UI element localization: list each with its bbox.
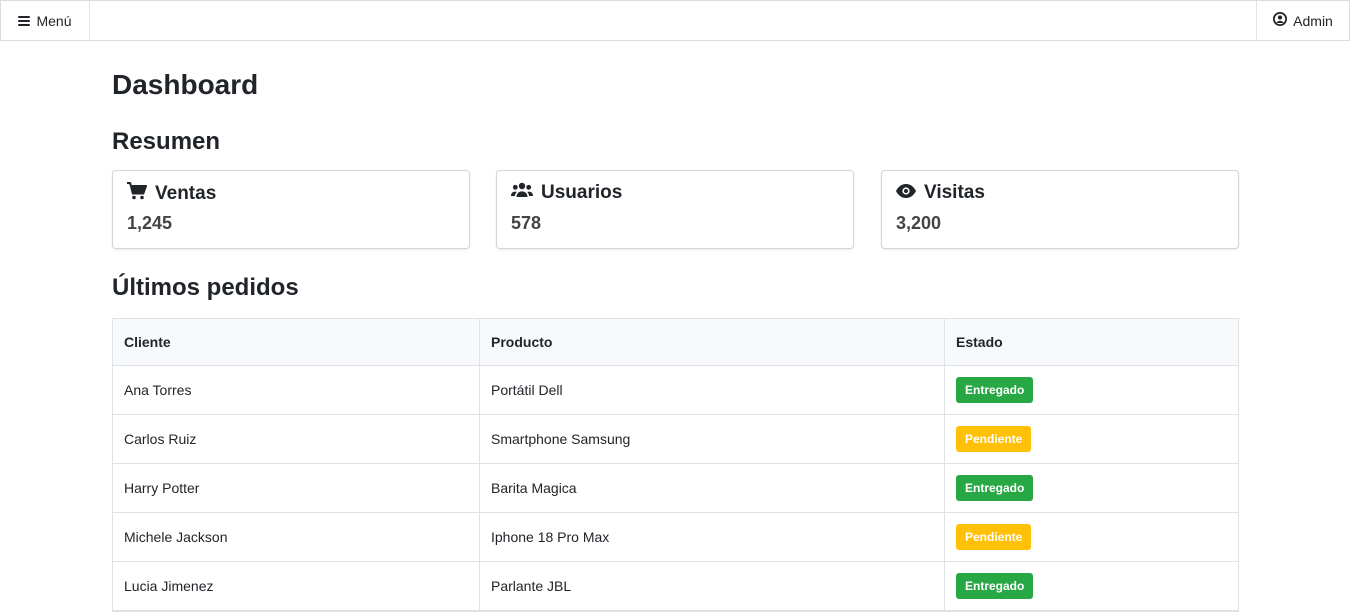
status-badge: Entregado <box>956 573 1034 599</box>
orders-title: Últimos pedidos <box>112 274 299 301</box>
cell-cliente: Harry Potter <box>113 463 480 513</box>
cart-icon <box>127 182 147 206</box>
status-badge: Pendiente <box>956 524 1032 550</box>
user-circle-icon <box>1273 12 1288 29</box>
column-header: Producto <box>479 319 945 366</box>
table-row: Ana Torres Portátil Dell Entregado <box>113 365 1238 415</box>
column-header: Cliente <box>113 319 480 366</box>
cell-cliente: Ana Torres <box>113 365 480 415</box>
top-navbar: Menú Admin <box>0 0 1350 41</box>
card-visitas: Visitas 3,200 <box>881 170 1239 249</box>
status-badge: Entregado <box>956 377 1034 403</box>
orders-table: Cliente Producto Estado Ana Torres Portá… <box>112 318 1239 612</box>
cell-producto: Barita Magica <box>479 463 945 513</box>
card-label: Usuarios <box>541 182 623 203</box>
user-label: Admin <box>1293 12 1333 29</box>
cell-producto: Parlante JBL <box>479 561 945 611</box>
table-row: Lucia Jimenez Parlante JBL Entregado <box>113 561 1238 611</box>
users-icon <box>511 182 533 204</box>
card-label: Ventas <box>155 183 217 204</box>
column-header: Estado <box>944 319 1238 366</box>
user-menu-button[interactable]: Admin <box>1256 1 1349 40</box>
cell-producto: Iphone 18 Pro Max <box>479 512 945 562</box>
menu-label: Menú <box>36 12 72 29</box>
card-value: 3,200 <box>896 213 942 233</box>
card-ventas: Ventas 1,245 <box>112 170 470 249</box>
status-badge: Entregado <box>956 475 1034 501</box>
card-label: Visitas <box>924 182 985 203</box>
card-value: 578 <box>511 213 542 233</box>
table-header-row: Cliente Producto Estado <box>113 319 1238 366</box>
cell-producto: Smartphone Samsung <box>479 414 945 464</box>
page-title: Dashboard <box>112 69 259 100</box>
cell-cliente: Lucia Jimenez <box>113 561 480 611</box>
card-value: 1,245 <box>127 213 173 233</box>
cell-cliente: Michele Jackson <box>113 512 480 562</box>
eye-icon <box>896 182 916 204</box>
cell-producto: Portátil Dell <box>479 365 945 415</box>
menu-button[interactable]: Menú <box>1 1 90 40</box>
hamburger-icon <box>18 14 31 28</box>
cell-cliente: Carlos Ruiz <box>113 414 480 464</box>
summary-title: Resumen <box>112 128 221 155</box>
table-row: Michele Jackson Iphone 18 Pro Max Pendie… <box>113 512 1238 562</box>
table-row: Harry Potter Barita Magica Entregado <box>113 463 1238 513</box>
status-badge: Pendiente <box>956 426 1032 452</box>
table-row: Carlos Ruiz Smartphone Samsung Pendiente <box>113 414 1238 464</box>
card-usuarios: Usuarios 578 <box>496 170 854 249</box>
